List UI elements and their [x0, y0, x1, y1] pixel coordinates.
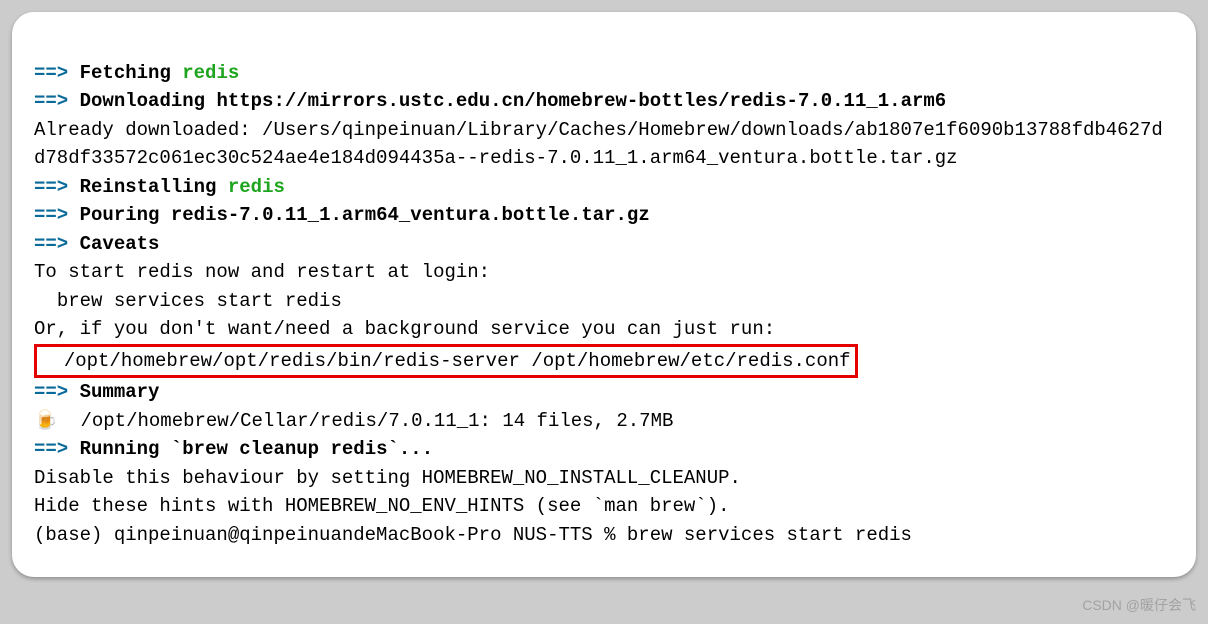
watermark-text: CSDN @暖仔会飞 — [1082, 595, 1196, 616]
pkg-name: redis — [228, 176, 285, 198]
download-label: Downloading — [80, 90, 205, 112]
prompt-line[interactable]: (base) qinpeinuan@qinpeinuandeMacBook-Pr… — [34, 524, 912, 546]
download-url: https://mirrors.ustc.edu.cn/homebrew-bot… — [216, 90, 946, 112]
caveats-line: Or, if you don't want/need a background … — [34, 318, 775, 340]
pkg-name: redis — [182, 62, 239, 84]
pouring-file: redis-7.0.11_1.arm64_ventura.bottle.tar.… — [171, 204, 650, 226]
reinstall-label: Reinstalling — [80, 176, 217, 198]
arrow-icon: ==> — [34, 381, 68, 403]
terminal-window[interactable]: ==> Fetching redis ==> Downloading https… — [12, 12, 1196, 577]
arrow-icon: ==> — [34, 438, 68, 460]
summary-text: /opt/homebrew/Cellar/redis/7.0.11_1: 14 … — [58, 410, 674, 432]
highlighted-command: /opt/homebrew/opt/redis/bin/redis-server… — [34, 344, 858, 379]
running-label: Running — [80, 438, 160, 460]
pouring-label: Pouring — [80, 204, 160, 226]
arrow-icon: ==> — [34, 176, 68, 198]
caveats-line: brew services start redis — [34, 290, 342, 312]
arrow-icon: ==> — [34, 233, 68, 255]
beer-icon: 🍺 — [34, 410, 58, 432]
already-downloaded-text: Already downloaded: /Users/qinpeinuan/Li… — [34, 119, 1163, 170]
disable-hint: Disable this behaviour by setting HOMEBR… — [34, 467, 741, 489]
arrow-icon: ==> — [34, 62, 68, 84]
fetch-label: Fetching — [80, 62, 171, 84]
caveats-label: Caveats — [80, 233, 160, 255]
summary-label: Summary — [80, 381, 160, 403]
hide-hint: Hide these hints with HOMEBREW_NO_ENV_HI… — [34, 495, 730, 517]
arrow-icon: ==> — [34, 90, 68, 112]
arrow-icon: ==> — [34, 204, 68, 226]
cleanup-cmd: `brew cleanup redis`... — [171, 438, 433, 460]
caveats-line: To start redis now and restart at login: — [34, 261, 490, 283]
